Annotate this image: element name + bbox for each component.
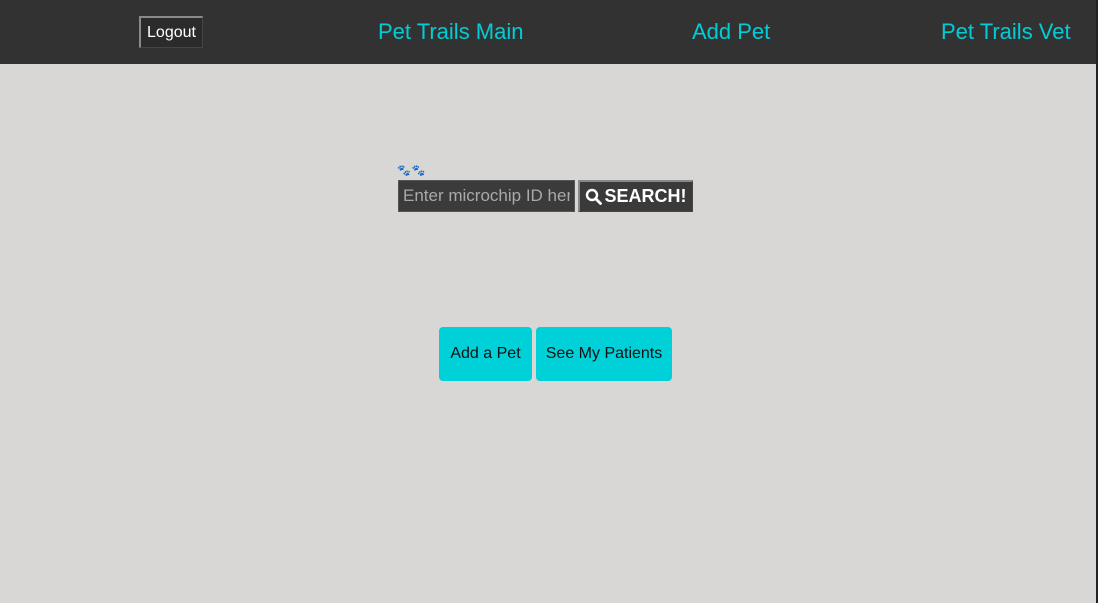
microchip-search-input[interactable] <box>398 180 575 212</box>
nav-link-pet-trails-vet[interactable]: Pet Trails Vet <box>941 0 1071 64</box>
nav-link-add-pet[interactable]: Add Pet <box>692 0 770 64</box>
search-icon <box>585 188 603 205</box>
top-navbar: Logout Pet Trails Main Add Pet Pet Trail… <box>0 0 1098 64</box>
search-button-label: SEARCH! <box>604 186 687 206</box>
add-a-pet-button[interactable]: Add a Pet <box>439 327 532 381</box>
see-my-patients-button[interactable]: See My Patients <box>536 327 672 381</box>
paw-prints-icon: 🐾🐾 <box>397 165 427 177</box>
nav-link-pet-trails-main[interactable]: Pet Trails Main <box>378 0 524 64</box>
search-button[interactable]: SEARCH! <box>578 180 693 212</box>
page: Logout Pet Trails Main Add Pet Pet Trail… <box>0 0 1098 603</box>
logout-button[interactable]: Logout <box>139 16 203 48</box>
